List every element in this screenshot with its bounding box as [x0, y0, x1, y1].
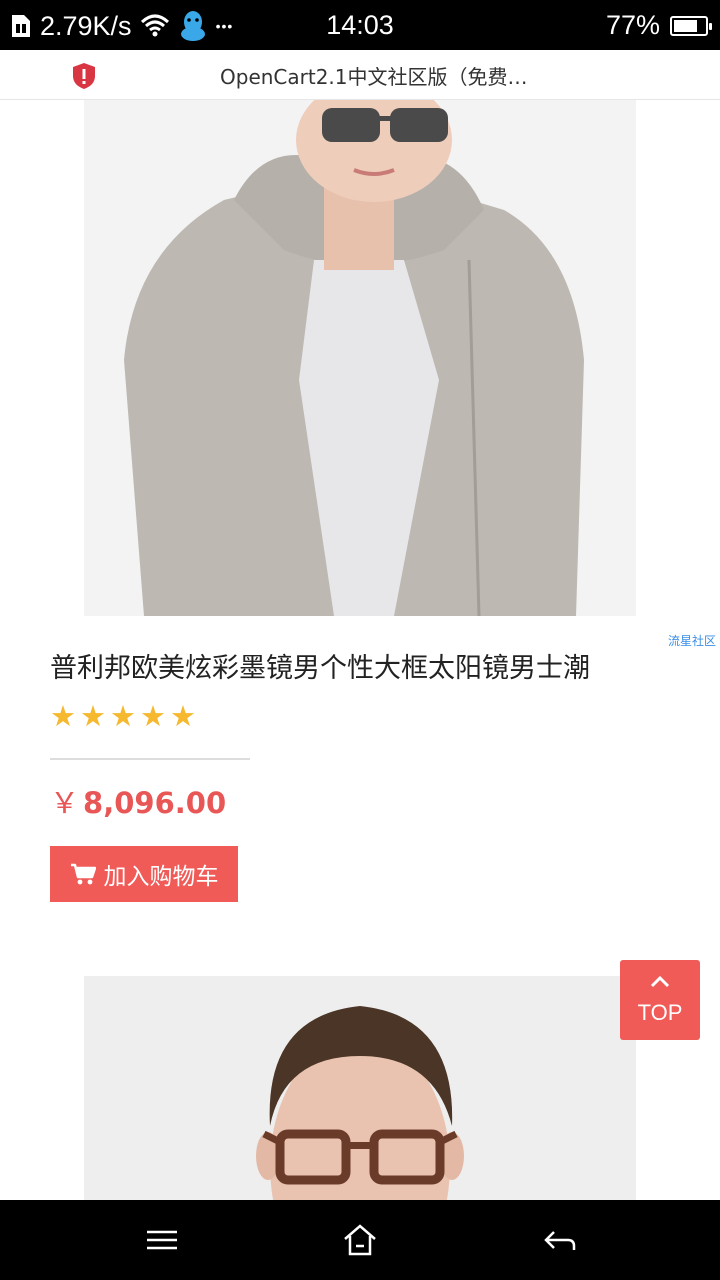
add-to-cart-label: 加入购物车 [103, 864, 219, 890]
shield-alert-icon[interactable] [72, 62, 96, 90]
battery-percent: 77% [605, 10, 660, 40]
star-icon: ★ [80, 699, 106, 733]
page-title: OpenCart2.1中文社区版（免费… [220, 65, 528, 89]
battery-level [674, 19, 698, 32]
home-icon[interactable] [342, 1222, 378, 1258]
rating-stars: ★ ★ ★ ★ ★ [50, 700, 196, 732]
navigation-bar [0, 1200, 720, 1280]
side-link[interactable]: 流星社区 [668, 632, 716, 649]
top-label: TOP [637, 1000, 683, 1025]
back-to-top-button[interactable]: TOP [620, 960, 700, 1040]
currency-symbol: ￥ [50, 786, 80, 820]
add-to-cart-button[interactable]: 加入购物车 [50, 846, 238, 902]
shopping-cart-icon [70, 863, 96, 885]
status-right: 77% [605, 10, 712, 41]
status-bar: 2.79K/s ••• 14:03 77% [0, 0, 720, 50]
divider [50, 758, 250, 760]
star-icon: ★ [140, 699, 166, 733]
back-icon[interactable] [542, 1222, 578, 1258]
star-icon: ★ [110, 699, 136, 733]
star-icon: ★ [50, 699, 76, 733]
chevron-up-icon [650, 975, 670, 988]
product-photo-jacket [84, 100, 636, 616]
battery-icon [670, 15, 712, 36]
price-value: 8,096.00 [83, 786, 227, 820]
product-title[interactable]: 普利邦欧美炫彩墨镜男个性大框太阳镜男士潮 [50, 646, 590, 685]
menu-icon[interactable] [144, 1222, 180, 1258]
product-image[interactable] [84, 976, 636, 1200]
star-icon: ★ [170, 699, 196, 733]
product-photo-glasses [84, 976, 636, 1200]
product-image[interactable] [84, 100, 636, 616]
product-price: ￥ 8,096.00 [50, 780, 226, 822]
